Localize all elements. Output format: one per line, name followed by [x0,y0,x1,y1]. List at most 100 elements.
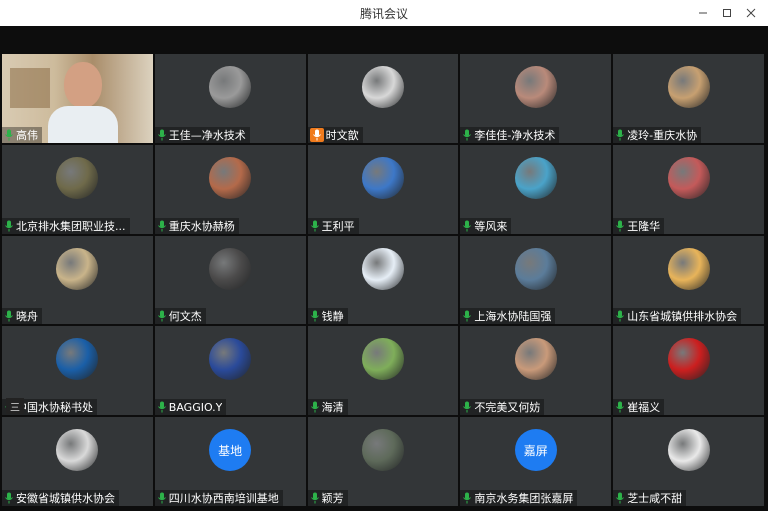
microphone-icon [157,220,166,232]
participant-tile[interactable]: 李佳佳-净水技术 [460,54,612,143]
participant-name: 王利平 [321,219,355,233]
participant-tile[interactable]: 芝士咸不甜 [613,417,764,506]
participant-tile[interactable]: 颖芳 [307,417,459,506]
participant-tile[interactable]: 山东省城镇供排水协会 [613,235,764,325]
title-bar: 腾讯会议 [0,0,768,26]
participant-name: BAGGIO.Y [168,400,223,414]
microphone-icon [616,310,625,322]
avatar [514,156,557,199]
participant-name: 王佳—净水技术 [168,128,246,142]
participant-namebar: 北京排水集团职业技... [2,217,130,234]
participant-namebar: 何文杰 [154,308,206,325]
participant-name: 四川水协西南培训基地 [168,492,279,505]
microphone-icon [463,129,472,141]
participant-namebar: 等风来 [460,217,512,234]
microphone-icon [157,492,166,504]
maximize-icon [723,9,731,17]
participant-tile[interactable]: 不完美又何妨 [460,326,612,416]
participant-namebar: 山东省城镇供排水协会 [613,308,742,325]
participant-grid: 高伟 王佳—净水技术 时文歆 李佳佳-净水技术 凌玲-重庆水协 北京排水集团职业… [2,54,764,506]
participant-tile[interactable]: 王佳—净水技术 [154,54,306,143]
shelf-shape [10,68,50,108]
close-button[interactable] [740,4,762,22]
avatar [667,338,710,381]
minimize-button[interactable] [692,4,714,22]
participant-name: 等风来 [474,219,508,233]
participant-namebar: 王佳—净水技术 [154,126,250,143]
participant-namebar: 崔福义 [613,399,665,416]
participant-name: 晓舟 [16,310,38,324]
participant-namebar: 高伟 [2,126,42,143]
avatar: 嘉屏 [514,429,557,472]
participant-tile[interactable]: 崔福义 [613,326,764,416]
participant-name: 芝士咸不甜 [627,492,683,505]
participant-tile[interactable]: 高伟 [2,54,153,143]
participant-name: 南京水务集团张嘉屏 [474,492,574,505]
participant-name: 重庆水协赫杨 [168,219,235,233]
participant-tile[interactable]: 何文杰 [154,235,306,325]
speaking-indicator [309,127,324,142]
participant-tile[interactable]: 凌玲-重庆水协 [613,54,764,143]
participant-tile[interactable]: 王利平 [307,144,459,234]
participant-name: 王隆华 [627,219,661,233]
avatar [209,338,252,381]
avatar [667,247,710,290]
participant-tile[interactable]: 中国水协秘书处三 [2,326,153,416]
participant-namebar: 钱静 [307,308,348,325]
participant-namebar: 海清 [307,399,348,416]
participant-namebar: 王利平 [307,217,359,234]
microphone-icon [616,492,625,504]
microphone-icon [5,492,13,504]
participant-tile[interactable]: 晓舟 [2,235,153,325]
participant-name: 中国水协秘书处 [16,401,93,415]
participant-namebar: 芝士咸不甜 [613,490,687,506]
participant-tile[interactable]: 钱静 [307,235,459,325]
avatar-text: 基地 [218,443,243,458]
microphone-icon [463,220,472,232]
participant-namebar: 颖芳 [307,490,348,506]
avatar [667,66,710,108]
screen-share-indicator[interactable]: 三 [6,398,24,415]
participant-tile[interactable]: BAGGIO.Y [154,326,306,416]
avatar [667,156,710,199]
participant-namebar: BAGGIO.Y [154,399,227,416]
participant-tile[interactable]: 基地 四川水协西南培训基地 [154,417,306,506]
participant-name: 海清 [321,401,344,415]
avatar [361,156,404,199]
participant-namebar: 时文歆 [307,126,363,143]
participant-name: 高伟 [16,128,38,142]
microphone-icon [616,129,625,141]
participant-tile[interactable]: 王隆华 [613,144,764,234]
participant-tile[interactable]: 嘉屏 南京水务集团张嘉屏 [460,417,612,506]
microphone-icon [310,220,319,232]
maximize-button[interactable] [716,4,738,22]
minimize-icon [699,12,707,14]
participant-namebar: 不完美又何妨 [460,399,545,416]
close-icon [746,8,756,18]
participant-tile[interactable]: 上海水协陆国强 [460,235,612,325]
avatar [361,429,404,472]
participant-namebar: 四川水协西南培训基地 [154,490,283,506]
participant-namebar: 安徽省城镇供水协会 [2,490,119,506]
participant-tile[interactable]: 海清 [307,326,459,416]
participant-tile[interactable]: 重庆水协赫杨 [154,144,306,234]
microphone-icon [5,220,13,232]
participant-name: 李佳佳-净水技术 [474,128,556,142]
microphone-icon [5,310,13,322]
microphone-icon [310,310,319,322]
participant-tile[interactable]: 北京排水集团职业技... [2,144,153,234]
microphone-icon [463,310,472,322]
avatar [361,338,404,381]
participant-tile[interactable]: 安徽省城镇供水协会 [2,417,153,506]
participant-namebar: 晓舟 [2,308,42,325]
participant-name: 时文歆 [325,128,359,142]
avatar [56,156,99,199]
participant-namebar: 南京水务集团张嘉屏 [460,490,578,506]
avatar [361,66,404,108]
avatar [56,429,99,472]
participant-name: 崔福义 [627,401,661,415]
avatar [56,247,99,290]
participant-tile[interactable]: 时文歆 [307,54,459,143]
participant-tile[interactable]: 等风来 [460,144,612,234]
participant-name: 不完美又何妨 [474,401,541,415]
